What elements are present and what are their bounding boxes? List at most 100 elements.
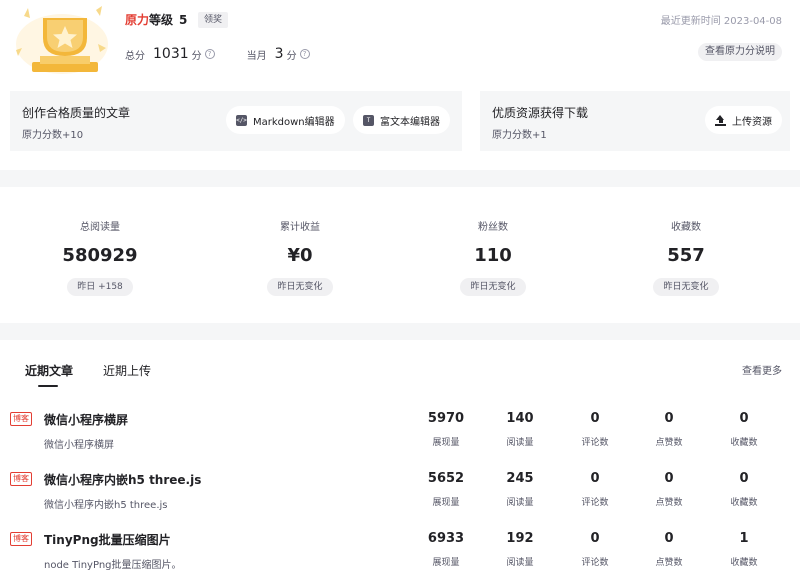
stat-value: 110 — [474, 245, 512, 266]
metric-label: 阅读量 — [506, 498, 534, 508]
help-icon[interactable]: ? — [204, 49, 215, 59]
metric-label: 展现量 — [432, 498, 460, 508]
stat-total-earnings: 累计收益 ¥0 昨日无变化 — [200, 187, 400, 296]
metric-value: 0 — [590, 531, 600, 546]
section-divider — [0, 170, 800, 187]
article-title[interactable]: 微信小程序内嵌h5 three.js — [44, 471, 201, 488]
section-divider — [0, 323, 800, 340]
stat-followers: 粉丝数 110 昨日无变化 — [393, 187, 593, 296]
task-reward: 原力分数+1 — [492, 130, 547, 141]
stat-value: 557 — [667, 245, 705, 266]
metric-label: 点赞数 — [655, 438, 683, 448]
metric-comments: 0 评论数 — [565, 471, 625, 508]
metric-value: 5970 — [427, 411, 465, 426]
metric-value: 0 — [590, 471, 600, 486]
level-number: 5 — [179, 12, 188, 27]
metric-favorites: 0 收藏数 — [714, 471, 774, 508]
stat-label: 粉丝数 — [478, 222, 508, 233]
metric-label: 收藏数 — [730, 438, 758, 448]
metric-value: 1 — [739, 531, 749, 546]
stat-total-reads: 总阅读量 580929 昨日 +158 — [0, 187, 200, 296]
metric-label: 评论数 — [581, 558, 609, 568]
last-updated: 最近更新时间 2023-04-08 — [660, 16, 782, 27]
level-title-text: 等级 — [149, 13, 174, 27]
metric-label: 点赞数 — [655, 498, 683, 508]
metric-label: 阅读量 — [506, 558, 534, 568]
metric-likes: 0 点赞数 — [639, 411, 699, 448]
task-title: 优质资源获得下载 — [492, 106, 589, 120]
metric-likes: 0 点赞数 — [639, 531, 699, 568]
metric-impressions: 6933 展现量 — [416, 531, 476, 568]
metric-value: 245 — [506, 471, 534, 486]
task-title: 创作合格质量的文章 — [22, 106, 131, 120]
active-tab-indicator — [38, 385, 58, 387]
help-icon[interactable]: ? — [299, 49, 310, 59]
metric-label: 展现量 — [432, 558, 460, 568]
stats-section: 总阅读量 580929 昨日 +158 累计收益 ¥0 昨日无变化 粉丝数 11… — [0, 187, 800, 323]
metric-value: 0 — [739, 471, 749, 486]
metric-reads: 140 阅读量 — [490, 411, 550, 448]
level-section: 原力 等级 5 领奖 总分 1031 分 ? 当月 3 分 ? 最近更新时间 2… — [0, 0, 800, 170]
upload-icon — [715, 114, 726, 126]
metric-value: 0 — [664, 471, 674, 486]
metric-favorites: 1 收藏数 — [714, 531, 774, 568]
stat-label: 累计收益 — [280, 222, 320, 233]
article-row: 博客 微信小程序内嵌h5 three.js 微信小程序内嵌h5 three.js… — [0, 465, 800, 525]
tab-recent-uploads[interactable]: 近期上传 — [103, 362, 151, 379]
metric-label: 展现量 — [432, 438, 460, 448]
stat-delta: 昨日无变化 — [460, 278, 526, 296]
metric-label: 评论数 — [581, 438, 609, 448]
articles-section: 近期文章 近期上传 查看更多 博客 微信小程序横屏 微信小程序横屏 5970 展现… — [0, 340, 800, 578]
month-score-value: 3 — [274, 46, 284, 62]
stat-value: ¥0 — [287, 245, 313, 266]
richtext-icon: T — [363, 114, 374, 126]
stat-label: 收藏数 — [671, 222, 701, 233]
metric-comments: 0 评论数 — [565, 531, 625, 568]
total-score-label: 总分 — [125, 50, 145, 62]
metric-favorites: 0 收藏数 — [714, 411, 774, 448]
task-card-resource: 优质资源获得下载 原力分数+1 上传资源 — [480, 91, 790, 151]
article-title[interactable]: TinyPng批量压缩图片 — [44, 531, 171, 548]
claim-reward-badge[interactable]: 领奖 — [198, 12, 229, 28]
upload-resource-button[interactable]: 上传资源 — [705, 106, 782, 134]
article-row: 博客 TinyPng批量压缩图片 node TinyPng批量压缩图片。 693… — [0, 525, 800, 578]
metric-impressions: 5970 展现量 — [416, 411, 476, 448]
metric-value: 0 — [664, 411, 674, 426]
metric-reads: 192 阅读量 — [490, 531, 550, 568]
stat-delta: 昨日无变化 — [653, 278, 719, 296]
article-summary: 微信小程序内嵌h5 three.js — [44, 500, 168, 511]
blog-tag: 博客 — [10, 532, 32, 546]
stat-label: 总阅读量 — [80, 222, 120, 233]
view-more-link[interactable]: 查看更多 — [742, 362, 782, 377]
markdown-editor-button[interactable]: </> Markdown编辑器 — [226, 106, 345, 134]
article-summary: 微信小程序横屏 — [44, 440, 114, 451]
metric-label: 评论数 — [581, 498, 609, 508]
tab-recent-articles[interactable]: 近期文章 — [25, 362, 73, 379]
richtext-editor-button[interactable]: T 富文本编辑器 — [353, 106, 450, 134]
metric-label: 收藏数 — [730, 558, 758, 568]
blog-tag: 博客 — [10, 412, 32, 426]
stat-value: 580929 — [62, 245, 138, 266]
metric-value: 0 — [664, 531, 674, 546]
button-label: 上传资源 — [732, 116, 772, 128]
metric-value: 0 — [590, 411, 600, 426]
blog-tag: 博客 — [10, 472, 32, 486]
article-summary: node TinyPng批量压缩图片。 — [44, 560, 182, 571]
markdown-icon: </> — [236, 114, 247, 126]
total-score-value: 1031 — [153, 46, 189, 62]
level-title-brand: 原力 — [125, 13, 150, 27]
metric-likes: 0 点赞数 — [639, 471, 699, 508]
metric-value: 140 — [506, 411, 534, 426]
article-row: 博客 微信小程序横屏 微信小程序横屏 5970 展现量 140 阅读量 0 评论数 0… — [0, 405, 800, 465]
article-title[interactable]: 微信小程序横屏 — [44, 411, 128, 428]
metric-value: 192 — [506, 531, 534, 546]
level-title: 原力 等级 5 — [125, 11, 187, 28]
metric-label: 收藏数 — [730, 498, 758, 508]
button-label: Markdown编辑器 — [253, 116, 335, 128]
total-score-unit: 分 — [191, 50, 202, 62]
view-score-explanation-button[interactable]: 查看原力分说明 — [698, 43, 782, 61]
task-reward: 原力分数+10 — [22, 130, 84, 141]
month-score-label: 当月 — [246, 50, 267, 62]
score-row: 总分 1031 分 ? 当月 3 分 ? — [125, 46, 310, 62]
metric-comments: 0 评论数 — [565, 411, 625, 448]
